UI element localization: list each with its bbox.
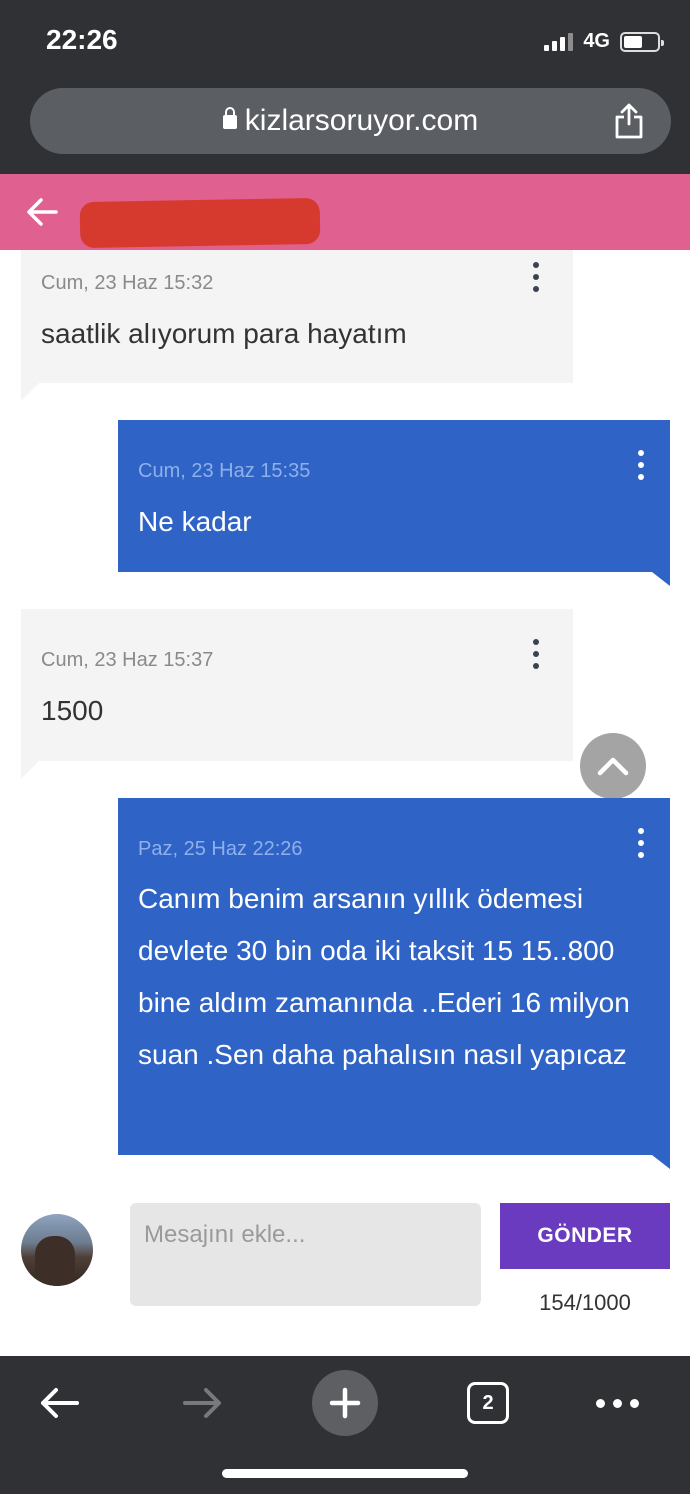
message-menu-icon[interactable] (637, 828, 645, 860)
status-time: 22:26 (46, 24, 118, 55)
message-time: Paz, 25 Haz 22:26 (138, 838, 303, 860)
browser-chrome: 22:26 4G kizlarsoruyor.com (0, 0, 690, 174)
lock-icon (222, 107, 237, 129)
new-tab-button[interactable] (310, 1368, 380, 1438)
tab-count: 2 (467, 1382, 509, 1424)
message-input[interactable] (130, 1203, 481, 1306)
address-bar[interactable]: kizlarsoruyor.com (30, 88, 671, 154)
status-indicators: 4G (544, 30, 664, 53)
message-text: saatlik alıyorum para hayatım (41, 318, 407, 349)
plus-icon (329, 1387, 361, 1419)
message-bubble: Cum, 23 Haz 15:32 saatlik alıyorum para … (21, 250, 573, 401)
message-menu-icon[interactable] (532, 639, 540, 671)
more-menu-button[interactable] (582, 1368, 652, 1438)
send-button[interactable]: GÖNDER (500, 1203, 670, 1269)
browser-forward-button[interactable] (168, 1368, 238, 1438)
share-icon[interactable] (613, 102, 645, 140)
message-time: Cum, 23 Haz 15:35 (138, 460, 311, 482)
avatar (21, 1214, 93, 1286)
message-bubble: Cum, 23 Haz 15:37 1500 (21, 609, 573, 779)
back-arrow-icon[interactable] (24, 194, 60, 230)
bubble-tail (21, 761, 39, 779)
battery-icon (620, 31, 664, 52)
bubble-tail (652, 572, 670, 586)
message-text: 1500 (41, 695, 104, 726)
message-menu-icon[interactable] (637, 450, 645, 482)
message-time: Cum, 23 Haz 15:32 (41, 272, 214, 294)
message-bubble: Cum, 23 Haz 15:35 Ne kadar (118, 420, 670, 586)
message-menu-icon[interactable] (532, 262, 540, 294)
scroll-to-top-button[interactable] (580, 733, 646, 799)
url-text: kizlarsoruyor.com (244, 104, 479, 137)
home-indicator (222, 1469, 468, 1478)
bubble-tail (652, 1155, 670, 1169)
character-counter: 154/1000 (539, 1290, 631, 1315)
arrow-left-icon (41, 1388, 79, 1418)
message-text: Ne kadar (138, 506, 252, 537)
url-display[interactable]: kizlarsoruyor.com (30, 104, 671, 138)
network-label: 4G (583, 30, 610, 52)
message-text: Canım benim arsanın yıllık ödemesi devle… (138, 883, 630, 1070)
signal-icon (544, 32, 574, 51)
message-time: Cum, 23 Haz 15:37 (41, 649, 214, 671)
arrow-right-icon (183, 1388, 221, 1418)
more-icon (595, 1398, 639, 1408)
redacted-username (79, 197, 321, 249)
browser-back-button[interactable] (24, 1368, 94, 1438)
tabs-button[interactable]: 2 (453, 1368, 523, 1438)
message-bubble: Paz, 25 Haz 22:26 Canım benim arsanın yı… (118, 798, 670, 1169)
bubble-tail (21, 383, 39, 401)
chevron-up-icon (597, 757, 629, 776)
